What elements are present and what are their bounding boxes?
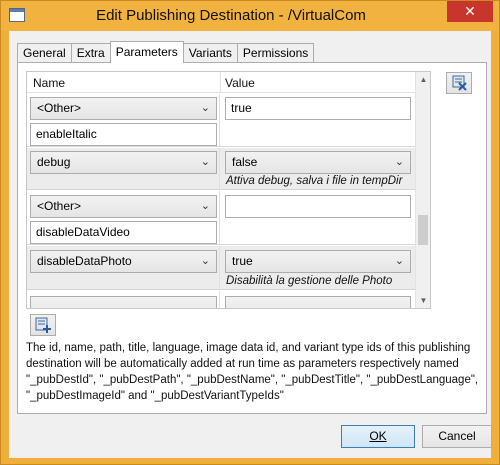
tab-extra[interactable]: Extra xyxy=(70,43,111,63)
parameter-row: disableDataPhoto ⌄ true ⌄ Disabilità la … xyxy=(27,246,416,290)
scroll-up-icon[interactable]: ▲ xyxy=(416,72,430,87)
parameter-row: <Other> ⌄ enableItalic true xyxy=(27,94,416,147)
remove-parameter-icon xyxy=(452,75,467,91)
scroll-down-icon[interactable]: ▼ xyxy=(416,293,430,308)
dialog-window: Edit Publishing Destination - /VirtualCo… xyxy=(0,0,500,465)
parameters-info-text: The id, name, path, title, language, ima… xyxy=(26,342,479,402)
remove-parameter-button[interactable] xyxy=(446,72,472,94)
title-bar[interactable]: Edit Publishing Destination - /VirtualCo… xyxy=(1,1,499,31)
cancel-button-label: Cancel xyxy=(438,429,476,443)
tab-parameters[interactable]: Parameters xyxy=(109,41,184,63)
chevron-down-icon: ⌄ xyxy=(200,200,210,212)
name-select-value: debug xyxy=(37,155,71,169)
value-select[interactable] xyxy=(225,296,411,308)
name-input[interactable]: disableDataVideo xyxy=(30,221,217,244)
name-cell: <Other> ⌄ enableItalic xyxy=(27,94,220,146)
parameter-description: Attiva debug, salva i file in tempDir xyxy=(226,175,403,187)
ok-button-label: OK xyxy=(369,429,387,443)
parameters-panel: Name Value <Other> ⌄ enableItalic true d… xyxy=(17,62,487,414)
name-select-value: <Other> xyxy=(37,199,82,213)
cancel-button[interactable]: Cancel xyxy=(422,425,492,448)
chevron-down-icon: ⌄ xyxy=(200,255,210,267)
name-cell: disableDataPhoto ⌄ xyxy=(27,246,220,289)
tab-strip: General Extra Parameters Variants Permis… xyxy=(17,41,315,63)
value-cell: true ⌄ Disabilità la gestione delle Phot… xyxy=(220,246,416,289)
name-select[interactable]: debug ⌄ xyxy=(30,151,217,174)
parameter-row-partial xyxy=(27,291,416,308)
parameter-row: <Other> ⌄ disableDataVideo xyxy=(27,191,416,245)
chevron-down-icon: ⌄ xyxy=(394,255,404,267)
value-input[interactable] xyxy=(225,195,411,218)
column-header-value: Value xyxy=(225,76,255,90)
column-header-name: Name xyxy=(33,76,66,90)
add-parameter-button[interactable] xyxy=(30,314,56,336)
name-select[interactable]: <Other> ⌄ xyxy=(30,195,217,218)
name-select[interactable] xyxy=(30,296,217,308)
window-title: Edit Publishing Destination - /VirtualCo… xyxy=(96,7,366,24)
parameter-description: Disabilità la gestione delle Photo xyxy=(226,275,393,287)
name-select-value: disableDataPhoto xyxy=(37,254,132,268)
header-divider xyxy=(220,72,221,93)
add-parameter-icon xyxy=(35,317,51,333)
dialog-client-area: General Extra Parameters Variants Permis… xyxy=(9,31,492,458)
value-select[interactable]: true ⌄ xyxy=(225,250,411,273)
name-select[interactable]: <Other> ⌄ xyxy=(30,97,217,120)
tab-general[interactable]: General xyxy=(17,43,72,63)
tab-permissions[interactable]: Permissions xyxy=(236,43,315,63)
value-select-value: true xyxy=(232,254,253,268)
vertical-scrollbar[interactable]: ▲ ▼ xyxy=(415,72,430,308)
grid-header: Name Value xyxy=(27,72,416,93)
chevron-down-icon: ⌄ xyxy=(200,102,210,114)
name-input[interactable]: enableItalic xyxy=(30,123,217,146)
chevron-down-icon: ⌄ xyxy=(200,156,210,168)
name-cell: <Other> ⌄ disableDataVideo xyxy=(27,191,220,244)
ok-button[interactable]: OK xyxy=(341,425,415,448)
value-select-value: false xyxy=(232,155,258,169)
value-input[interactable]: true xyxy=(225,97,411,120)
parameters-grid: Name Value <Other> ⌄ enableItalic true d… xyxy=(26,71,431,309)
name-cell xyxy=(27,291,220,308)
name-select-value: <Other> xyxy=(37,101,82,115)
value-cell: false ⌄ Attiva debug, salva i file in te… xyxy=(220,148,416,189)
name-cell: debug ⌄ xyxy=(27,148,220,189)
window-close-button[interactable]: ✕ xyxy=(447,1,493,22)
value-select[interactable]: false ⌄ xyxy=(225,151,411,174)
scrollbar-thumb[interactable] xyxy=(418,215,428,245)
tab-variants[interactable]: Variants xyxy=(182,43,238,63)
value-cell xyxy=(220,291,416,308)
name-select[interactable]: disableDataPhoto ⌄ xyxy=(30,250,217,273)
chevron-down-icon: ⌄ xyxy=(394,156,404,168)
value-cell: true xyxy=(220,94,416,146)
value-cell xyxy=(220,191,416,244)
parameter-row: debug ⌄ false ⌄ Attiva debug, salva i fi… xyxy=(27,148,416,190)
